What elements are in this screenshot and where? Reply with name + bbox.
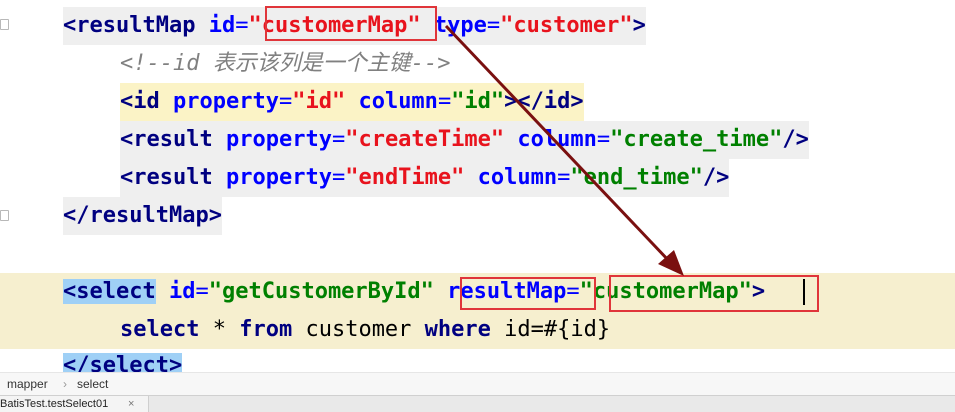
- close-icon[interactable]: ×: [128, 398, 134, 410]
- breadcrumb-separator: ›: [63, 377, 67, 391]
- code-editor[interactable]: <resultMap id="customerMap" type="custom…: [0, 0, 955, 372]
- breadcrumb-item-mapper[interactable]: mapper: [7, 377, 48, 391]
- tab-label: BatisTest.testSelect01: [0, 398, 109, 410]
- breadcrumb: mapper › select: [0, 372, 955, 396]
- annotation-arrow-icon: [444, 24, 684, 276]
- tab-run-config[interactable]: BatisTest.testSelect01 ×: [0, 396, 149, 412]
- run-tab-bar: BatisTest.testSelect01 ×: [0, 395, 955, 412]
- breadcrumb-item-select[interactable]: select: [77, 377, 108, 391]
